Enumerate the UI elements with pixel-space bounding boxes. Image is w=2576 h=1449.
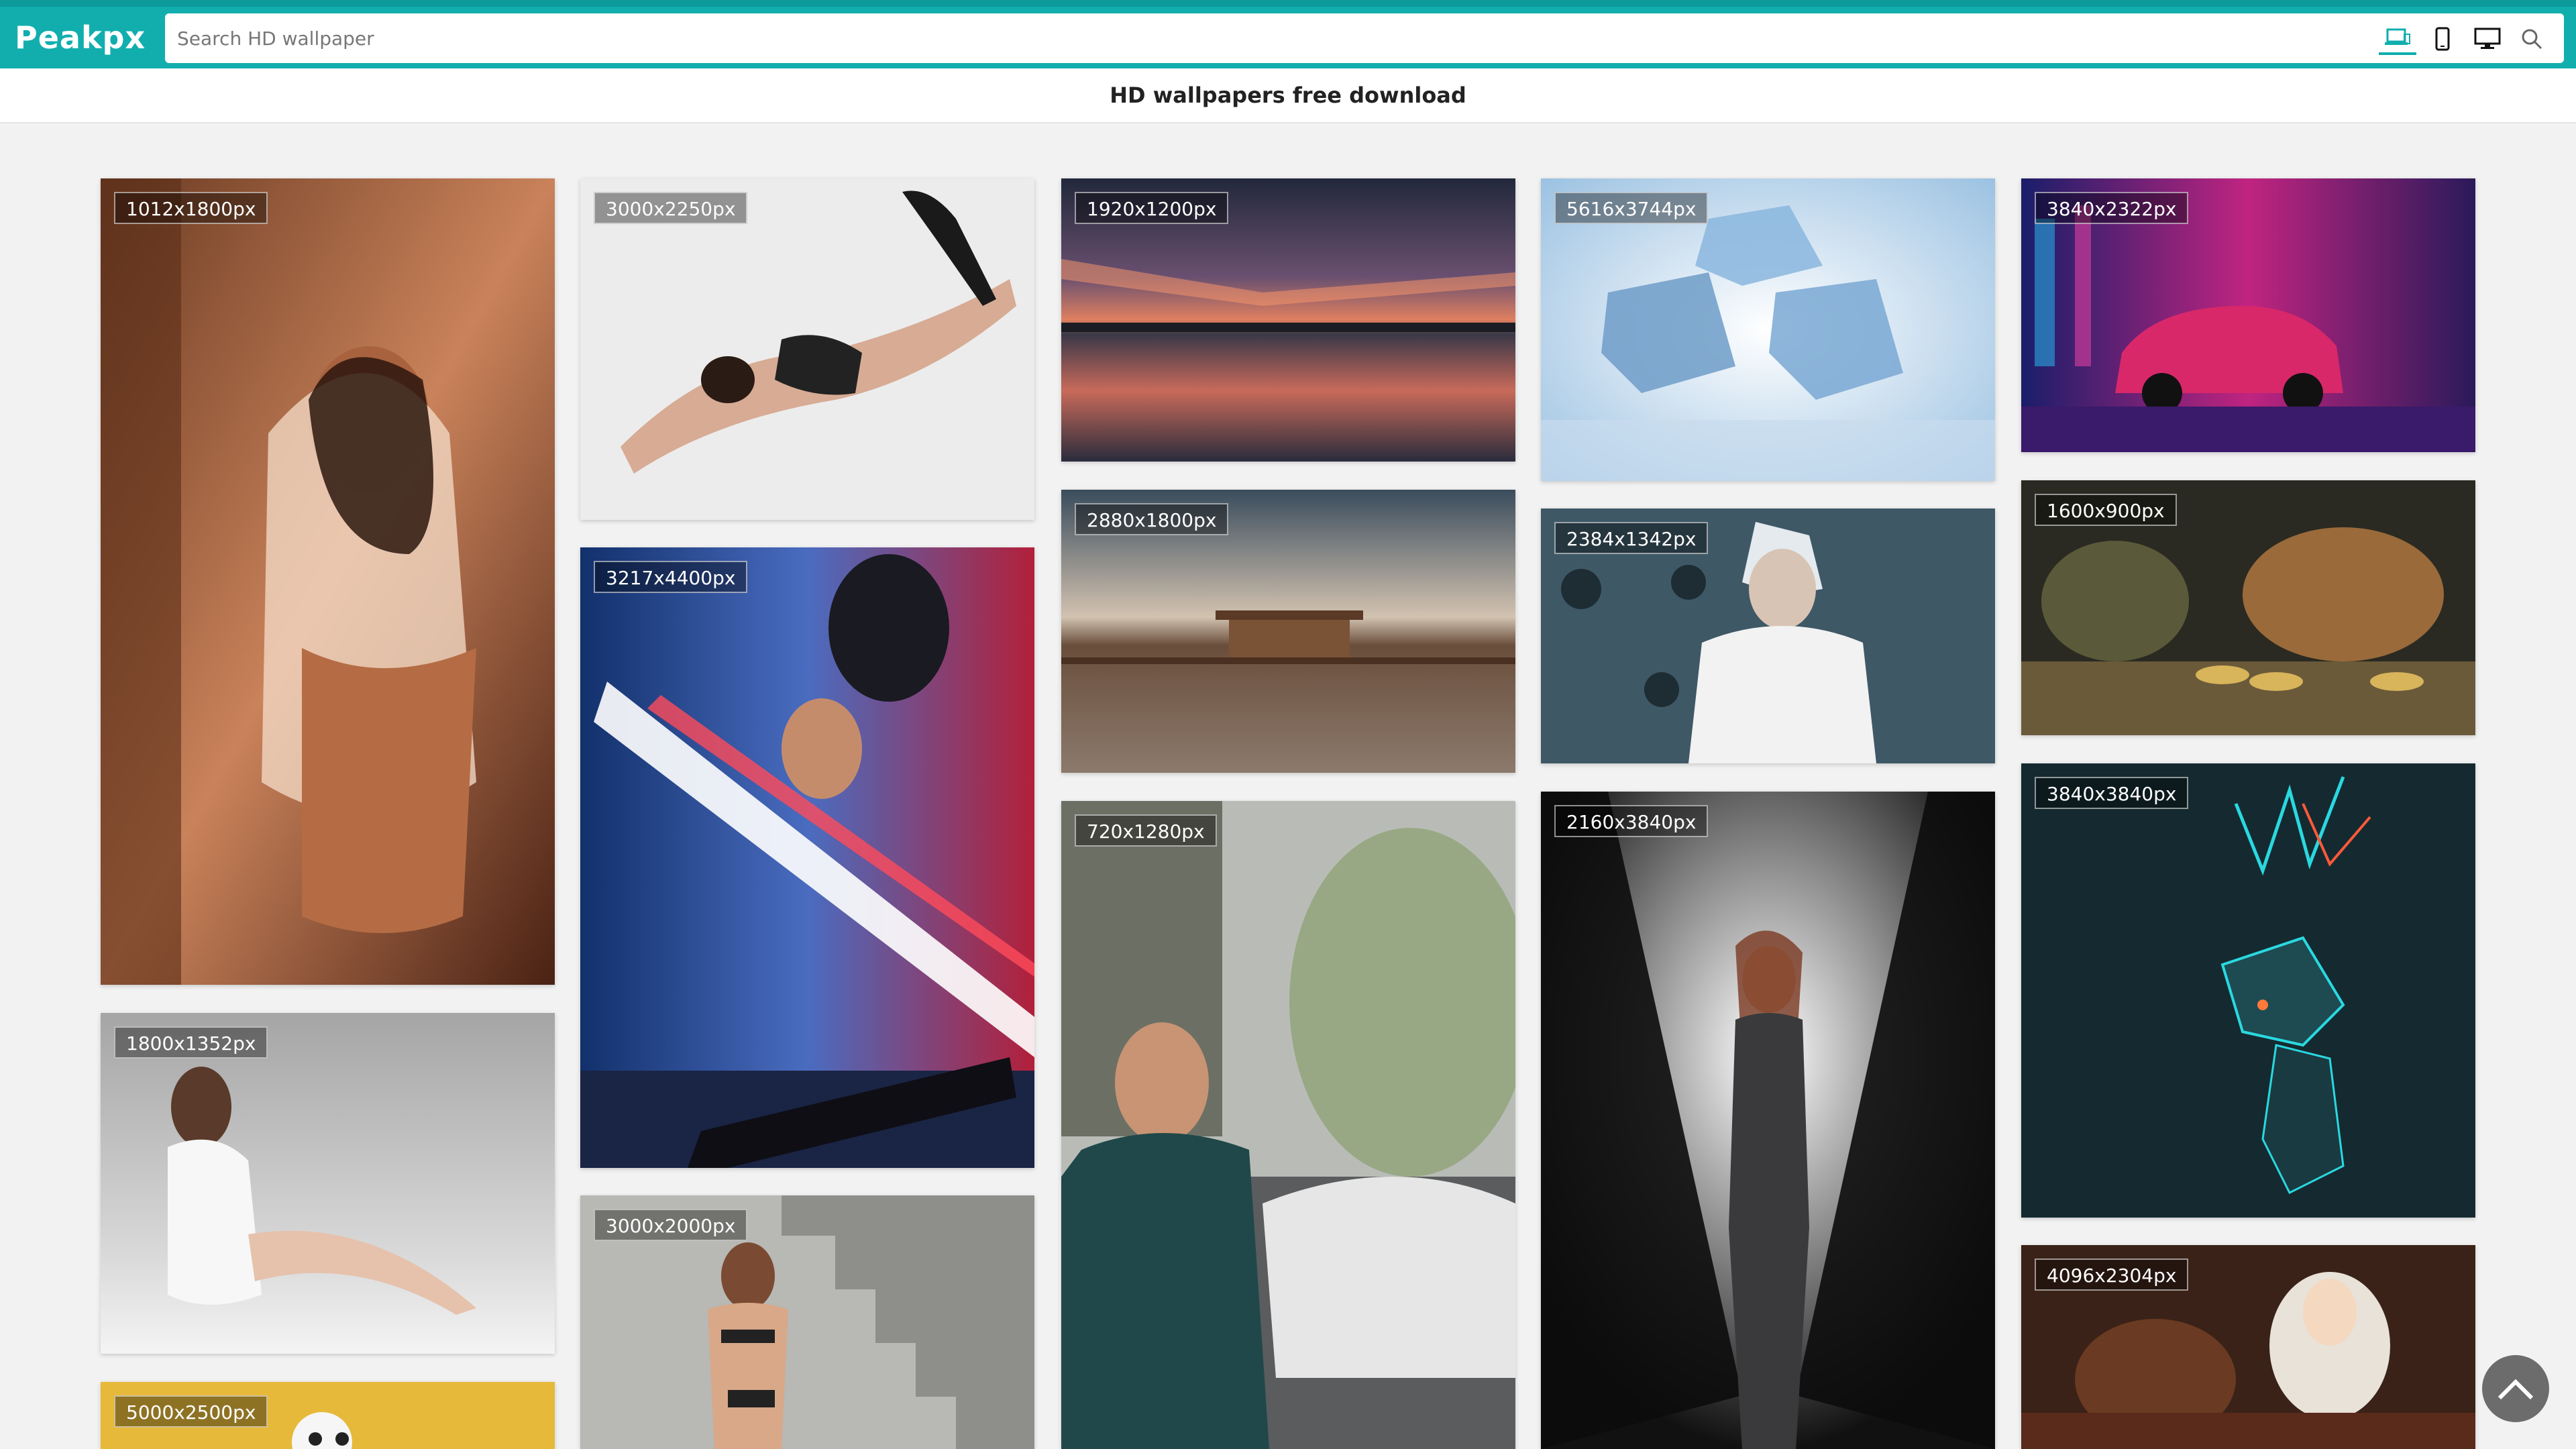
wallpaper-card[interactable]: 1012x1800px <box>101 178 555 985</box>
resolution-badge: 1920x1200px <box>1075 192 1229 224</box>
wallpaper-image <box>2021 763 2475 1218</box>
wallpaper-image <box>580 178 1034 520</box>
wallpaper-image <box>101 178 555 985</box>
resolution-badge: 3840x2322px <box>2035 192 2189 224</box>
resolution-badge: 5000x2500px <box>114 1395 268 1428</box>
resolution-badge: 3000x2000px <box>594 1209 748 1241</box>
resolution-badge: 3840x3840px <box>2035 777 2189 809</box>
wallpaper-card[interactable]: 3840x3840px <box>2021 763 2475 1218</box>
resolution-badge: 2880x1800px <box>1075 503 1229 535</box>
resolution-badge: 2160x3840px <box>1554 805 1709 837</box>
wallpaper-card[interactable]: 4096x2304px <box>2021 1245 2475 1449</box>
site-logo[interactable]: Peakpx <box>15 17 146 58</box>
scroll-to-top-button[interactable] <box>2482 1355 2549 1422</box>
wallpaper-card[interactable]: 5000x2500px <box>101 1382 555 1449</box>
search-input[interactable] <box>177 13 2324 63</box>
desktop-icon[interactable] <box>2469 23 2506 55</box>
resolution-badge: 1800x1352px <box>114 1026 268 1059</box>
wallpaper-image <box>101 1013 555 1354</box>
wallpaper-card[interactable]: 1800x1352px <box>101 1013 555 1354</box>
wallpaper-card[interactable]: 720x1280px <box>1061 801 1515 1449</box>
resolution-badge: 3217x4400px <box>594 561 748 593</box>
resolution-badge: 3000x2250px <box>594 192 748 224</box>
wallpaper-card[interactable]: 3000x2000px <box>580 1195 1034 1449</box>
wallpaper-card[interactable]: 2160x3840px <box>1541 792 1995 1449</box>
wallpaper-card[interactable]: 2384x1342px <box>1541 508 1995 763</box>
wallpaper-image <box>580 547 1034 1168</box>
top-bar: Peakpx <box>0 0 2576 68</box>
wallpaper-card[interactable]: 1920x1200px <box>1061 178 1515 462</box>
phone-icon[interactable] <box>2424 23 2461 55</box>
wallpaper-image <box>1541 792 1995 1449</box>
chevron-up-icon <box>2498 1379 2534 1400</box>
resolution-badge: 2384x1342px <box>1554 522 1709 554</box>
wallpaper-card[interactable]: 5616x3744px <box>1541 178 1995 481</box>
wallpaper-card[interactable]: 1600x900px <box>2021 480 2475 735</box>
resolution-badge: 1012x1800px <box>114 192 268 224</box>
wallpaper-image <box>1061 801 1515 1449</box>
wallpaper-card[interactable]: 3000x2250px <box>580 178 1034 520</box>
wallpaper-card[interactable]: 3217x4400px <box>580 547 1034 1168</box>
laptop-icon[interactable] <box>2379 23 2416 55</box>
wallpaper-card[interactable]: 3840x2322px <box>2021 178 2475 452</box>
resolution-badge: 4096x2304px <box>2035 1258 2189 1291</box>
resolution-badge: 1600x900px <box>2035 494 2177 526</box>
page-header: HD wallpapers free download <box>0 68 2576 123</box>
search-bar <box>165 13 2564 63</box>
wallpaper-card[interactable]: 2880x1800px <box>1061 490 1515 773</box>
resolution-badge: 720x1280px <box>1075 814 1217 847</box>
search-icon[interactable] <box>2513 23 2551 55</box>
resolution-badge: 5616x3744px <box>1554 192 1709 224</box>
page-title: HD wallpapers free download <box>1110 83 1466 108</box>
